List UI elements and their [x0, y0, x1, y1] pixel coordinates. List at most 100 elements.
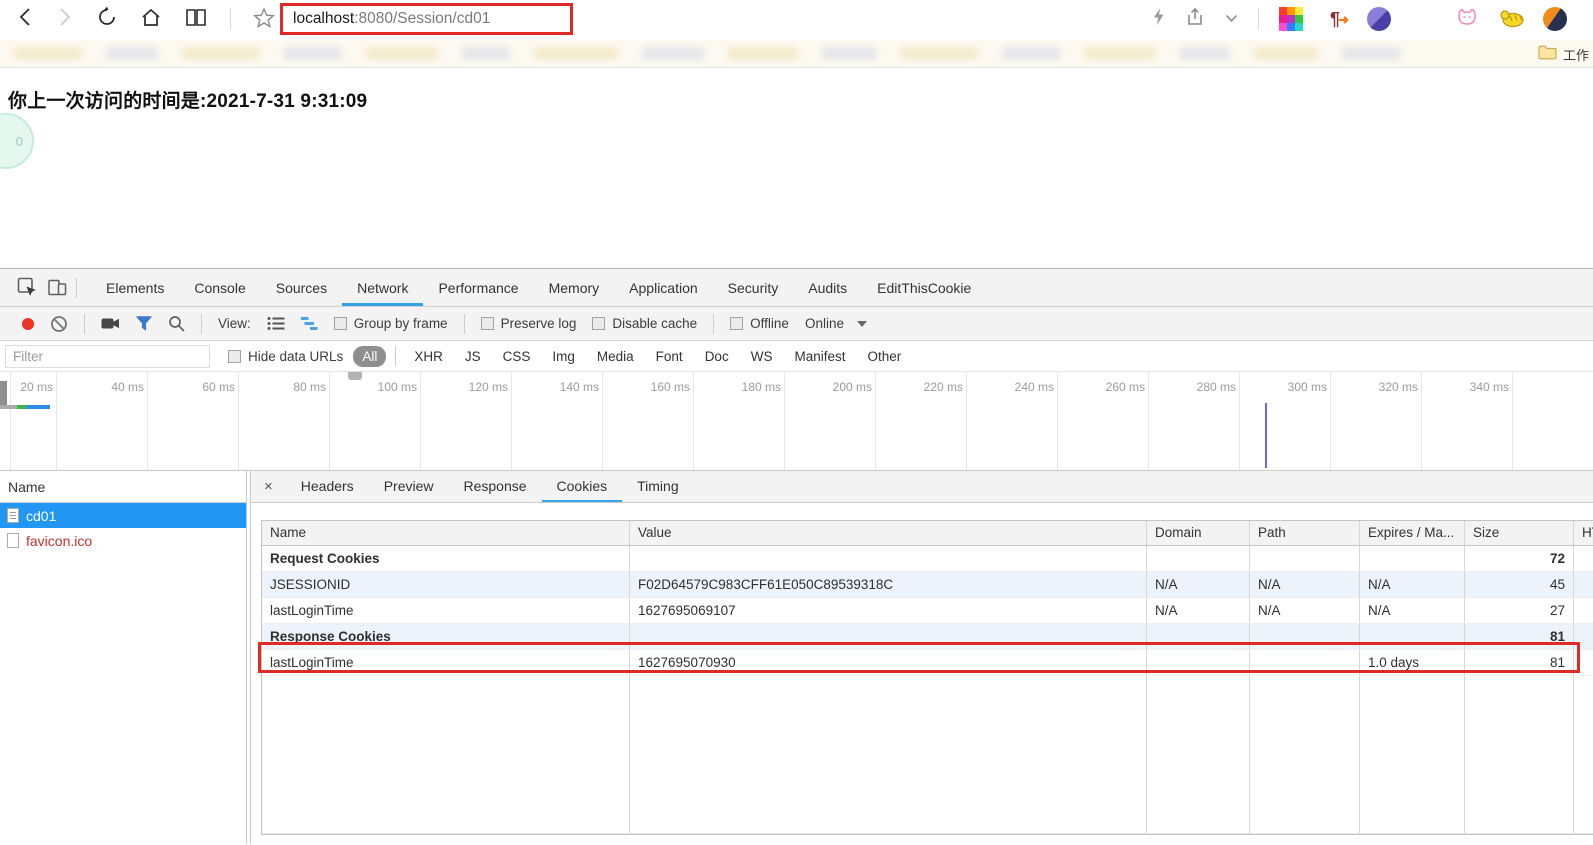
cookie-cell	[1147, 624, 1250, 649]
back-icon[interactable]	[16, 7, 34, 31]
favorites-star-icon[interactable]	[253, 7, 275, 32]
requests-panel: Name cd01favicon.ico	[0, 471, 247, 844]
cookie-row-lastlogintime[interactable]: lastLoginTime1627695069107N/AN/AN/A27	[262, 598, 1593, 624]
filter-type-xhr[interactable]: XHR	[405, 346, 452, 367]
filter-type-img[interactable]: Img	[543, 346, 584, 367]
devtools-tab-application[interactable]: Application	[614, 269, 713, 306]
group-by-frame-checkbox[interactable]: Group by frame	[334, 316, 448, 331]
cookies-column-header-size[interactable]: Size	[1465, 521, 1574, 545]
record-button[interactable]	[22, 318, 34, 330]
home-icon[interactable]	[140, 7, 162, 32]
chevron-down-icon[interactable]	[1225, 10, 1238, 28]
devtools-tab-performance[interactable]: Performance	[423, 269, 533, 306]
view-list-icon[interactable]	[267, 316, 285, 331]
load-event-line	[1265, 403, 1267, 468]
cookie-row-jsessionid[interactable]: JSESSIONIDF02D64579C983CFF61E050C8953931…	[262, 572, 1593, 598]
detail-tab-preview[interactable]: Preview	[369, 471, 449, 502]
detail-tab-headers[interactable]: Headers	[286, 471, 369, 502]
url-annotation-box: localhost:8080/Session/cd01	[280, 3, 573, 35]
toolbar-separator	[230, 8, 231, 30]
cookie-cell	[1574, 650, 1593, 675]
cookies-column-header-domain[interactable]: Domain	[1147, 521, 1250, 545]
extension-pilcrow-icon[interactable]: ¶➜	[1323, 7, 1347, 31]
extension-yellow-cat-icon[interactable]	[1499, 7, 1523, 31]
preserve-log-checkbox[interactable]: Preserve log	[481, 316, 577, 331]
cookies-column-header-name[interactable]: Name	[262, 521, 630, 545]
cookies-column-header-expires-ma[interactable]: Expires / Ma...	[1360, 521, 1465, 545]
hide-data-urls-checkbox[interactable]: Hide data URLs	[228, 349, 343, 364]
cookies-column-header-path[interactable]: Path	[1250, 521, 1360, 545]
cookie-row-response-cookies[interactable]: Response Cookies81	[262, 624, 1593, 650]
devtools-tab-memory[interactable]: Memory	[534, 269, 615, 306]
address-bar[interactable]: localhost:8080/Session/cd01	[283, 6, 570, 32]
filter-type-font[interactable]: Font	[647, 346, 692, 367]
disable-cache-checkbox[interactable]: Disable cache	[592, 316, 697, 331]
blurred-bookmark-item	[1254, 47, 1318, 60]
reading-list-icon[interactable]	[184, 8, 208, 31]
filter-type-media[interactable]: Media	[588, 346, 643, 367]
devtools-tab-security[interactable]: Security	[713, 269, 794, 306]
extension-pink-cat-icon[interactable]	[1455, 7, 1479, 31]
cookie-row-lastlogintime[interactable]: lastLoginTime16276950709301.0 days81	[262, 650, 1593, 676]
extension-blue-kite-icon[interactable]	[1411, 7, 1435, 31]
refresh-icon[interactable]	[96, 6, 118, 32]
clear-icon[interactable]	[50, 315, 68, 333]
filter-type-all[interactable]: All	[353, 346, 386, 367]
devtools-tab-editthiscookie[interactable]: EditThisCookie	[862, 269, 986, 306]
cookie-cell: 81	[1465, 624, 1574, 649]
lightning-icon[interactable]	[1152, 7, 1165, 31]
cookie-cell	[1360, 546, 1465, 571]
filter-input[interactable]	[5, 345, 210, 368]
throttling-dropdown[interactable]: Online	[805, 316, 867, 331]
cookie-cell: 45	[1465, 572, 1574, 597]
device-toolbar-icon[interactable]	[42, 273, 72, 303]
devtools-tab-console[interactable]: Console	[179, 269, 260, 306]
detail-tab-timing[interactable]: Timing	[622, 471, 694, 502]
devtools-tab-network[interactable]: Network	[342, 269, 423, 306]
request-row-favicon-ico[interactable]: favicon.ico	[0, 528, 246, 553]
cookie-cell: N/A	[1250, 572, 1360, 597]
cookies-column-header-value[interactable]: Value	[630, 521, 1147, 545]
devtools-tab-sources[interactable]: Sources	[261, 269, 342, 306]
blurred-bookmark-item	[822, 47, 876, 60]
cookie-row-request-cookies[interactable]: Request Cookies72	[262, 546, 1593, 572]
extension-purple-swirl-icon[interactable]	[1367, 7, 1391, 31]
separator	[84, 314, 85, 334]
separator	[713, 314, 714, 334]
request-row-cd01[interactable]: cd01	[0, 503, 246, 528]
share-icon[interactable]	[1185, 7, 1205, 32]
filter-type-js[interactable]: JS	[456, 346, 490, 367]
offline-checkbox[interactable]: Offline	[730, 316, 789, 331]
network-overview[interactable]: 20 ms40 ms60 ms80 ms100 ms120 ms140 ms16…	[0, 372, 1593, 471]
cookie-cell: 1627695069107	[630, 598, 1147, 623]
screenshot-camera-icon[interactable]	[101, 317, 120, 330]
overview-left-handle[interactable]	[0, 381, 7, 408]
blurred-bookmark-item	[106, 47, 158, 60]
inspect-element-icon[interactable]	[12, 273, 42, 303]
cookie-cell: N/A	[1360, 572, 1465, 597]
filter-funnel-icon[interactable]	[136, 316, 152, 331]
filter-type-doc[interactable]: Doc	[696, 346, 738, 367]
forward-icon[interactable]	[56, 7, 74, 31]
extension-palette-icon[interactable]	[1279, 7, 1303, 31]
filter-type-ws[interactable]: WS	[742, 346, 782, 367]
filter-type-manifest[interactable]: Manifest	[785, 346, 854, 367]
browser-nav-icons	[0, 6, 275, 32]
overview-drag-handle[interactable]	[348, 372, 362, 380]
detail-tab-cookies[interactable]: Cookies	[542, 471, 623, 502]
blurred-bookmark-item	[534, 47, 618, 60]
search-icon[interactable]	[168, 315, 185, 332]
requests-name-header[interactable]: Name	[0, 471, 246, 503]
waterfall-icon[interactable]	[301, 316, 318, 331]
separator	[76, 278, 77, 298]
filter-type-css[interactable]: CSS	[494, 346, 540, 367]
devtools-tab-audits[interactable]: Audits	[793, 269, 862, 306]
bookmarks-folder[interactable]: 工作	[1530, 40, 1589, 68]
cookies-column-header-ht[interactable]: HT	[1574, 521, 1593, 545]
detail-tab-response[interactable]: Response	[448, 471, 541, 502]
close-detail-icon[interactable]: ×	[251, 478, 286, 495]
offline-label: Offline	[750, 316, 789, 331]
devtools-tab-elements[interactable]: Elements	[91, 269, 179, 306]
extension-navy-swirl-icon[interactable]	[1543, 7, 1567, 31]
filter-type-other[interactable]: Other	[858, 346, 910, 367]
